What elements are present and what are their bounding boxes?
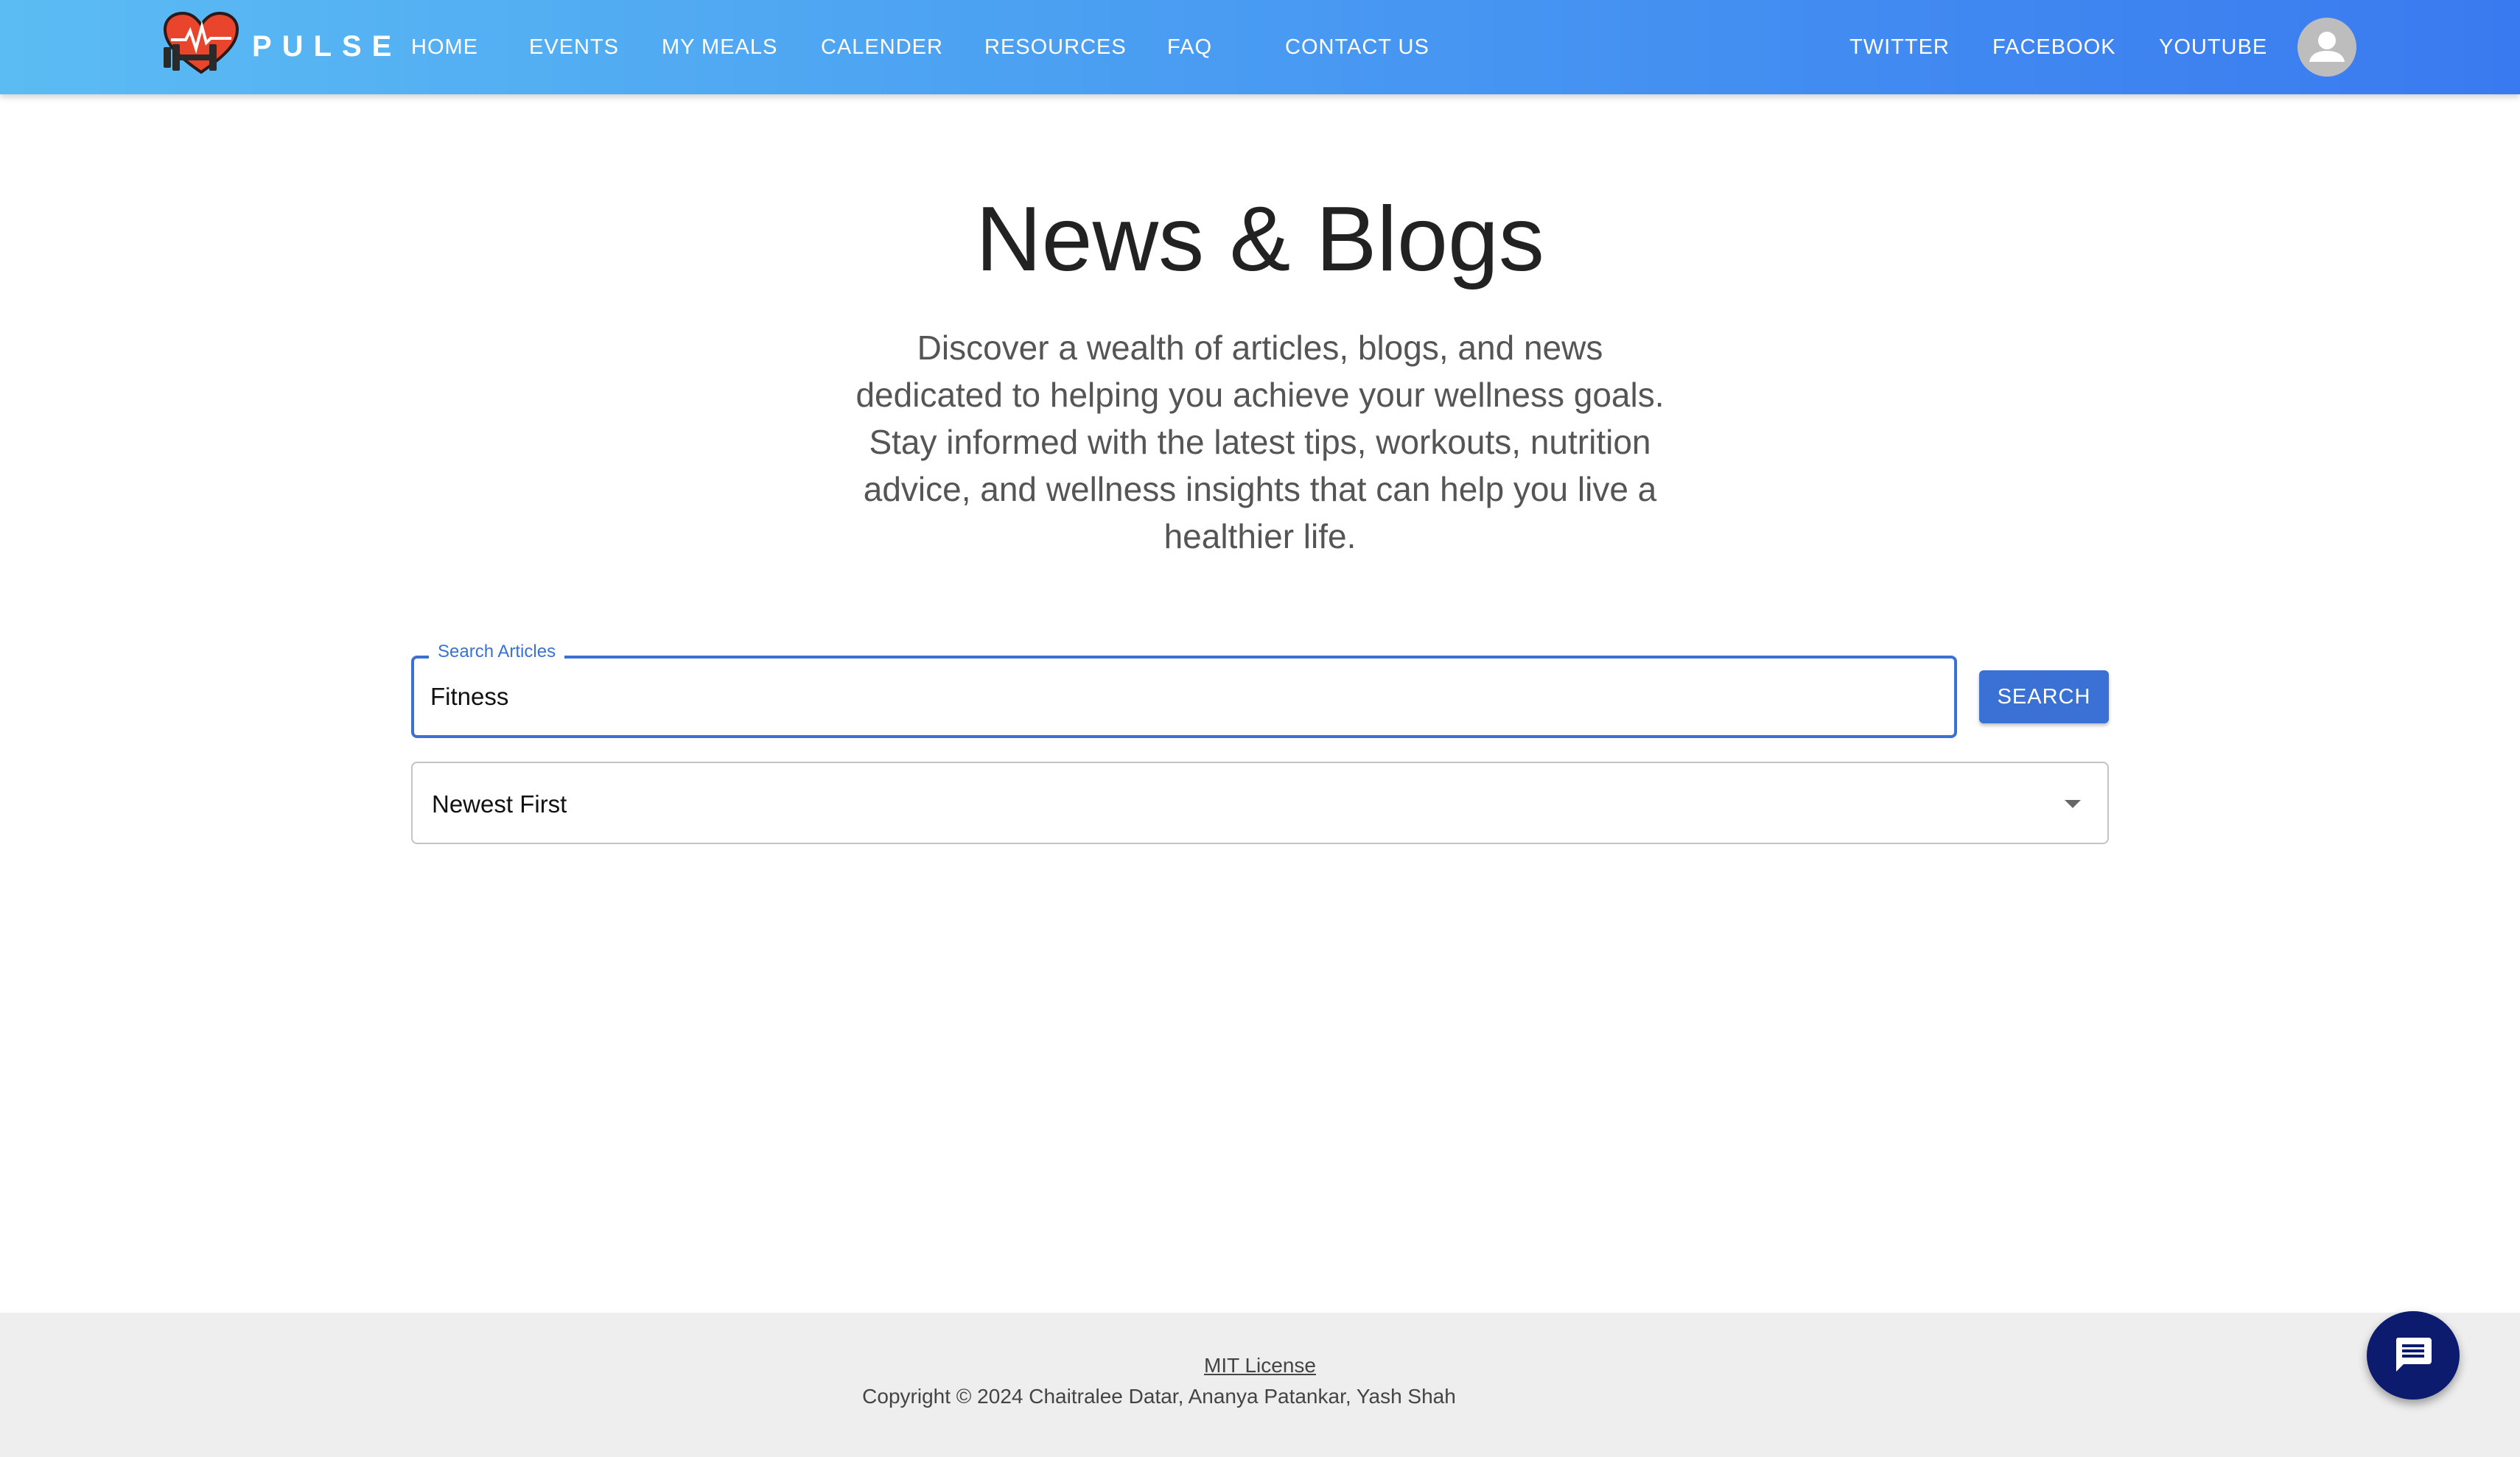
user-avatar[interactable] xyxy=(2297,18,2356,77)
user-icon xyxy=(2309,32,2345,62)
heart-dumbbell-logo-icon[interactable] xyxy=(161,10,242,77)
nav-contact-us[interactable]: CONTACT US xyxy=(1285,32,1429,62)
page-description: Discover a wealth of articles, blogs, an… xyxy=(855,329,1665,555)
sort-order-select[interactable]: Newest First xyxy=(411,762,2109,844)
chat-icon xyxy=(2395,1338,2432,1372)
nav-youtube[interactable]: YOUTUBE xyxy=(2159,32,2267,62)
nav-resources[interactable]: RESOURCES xyxy=(984,32,1127,62)
top-navbar: PULSE HOME EVENTS MY MEALS CALENDER RESO… xyxy=(0,0,2520,94)
nav-facebook[interactable]: FACEBOOK xyxy=(1992,32,2116,62)
footer: MIT License Copyright © 2024 Chaitralee … xyxy=(0,1313,2520,1457)
mit-license-link[interactable]: MIT License xyxy=(0,1352,2520,1379)
search-button[interactable]: SEARCH xyxy=(1979,670,2109,723)
chat-button[interactable] xyxy=(2367,1311,2460,1400)
brand-name[interactable]: PULSE xyxy=(252,28,402,65)
search-articles-field[interactable]: Search Articles xyxy=(411,641,1957,738)
copyright-text: Copyright © 2024 Chaitralee Datar, Anany… xyxy=(862,1385,1456,1408)
nav-events[interactable]: EVENTS xyxy=(529,32,619,62)
sort-selected-value: Newest First xyxy=(432,790,567,818)
nav-calender[interactable]: CALENDER xyxy=(821,32,943,62)
dropdown-arrow-icon xyxy=(2065,800,2081,808)
nav-faq[interactable]: FAQ xyxy=(1167,32,1212,62)
nav-home[interactable]: HOME xyxy=(411,32,478,62)
nav-my-meals[interactable]: MY MEALS xyxy=(662,32,777,62)
page-title: News & Blogs xyxy=(976,189,1544,290)
search-input[interactable] xyxy=(430,659,1933,735)
nav-twitter[interactable]: TWITTER xyxy=(1849,32,1950,62)
